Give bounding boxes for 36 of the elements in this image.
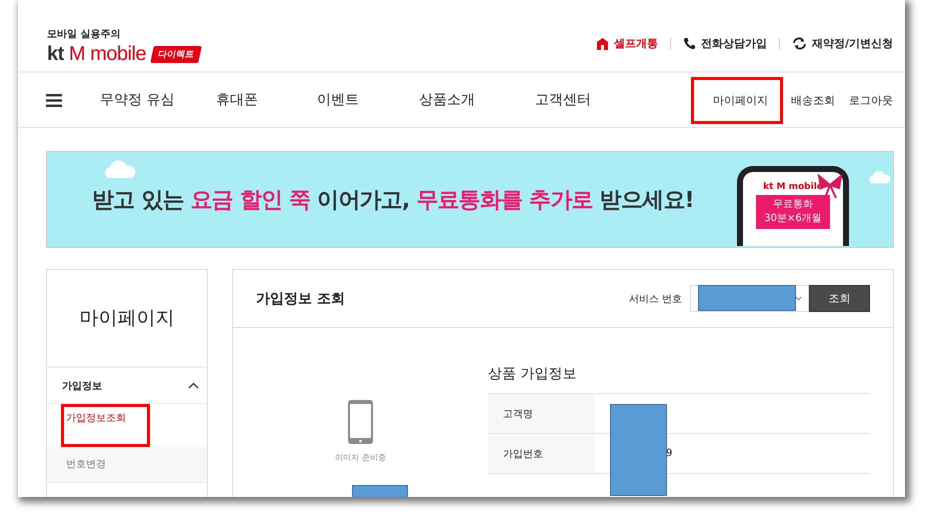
lookup-button[interactable]: 조회 (809, 285, 870, 312)
sidebar-title: 마이페이지 (47, 270, 207, 368)
nav-link[interactable]: 휴대폰 (216, 91, 317, 109)
nav-link[interactable]: 고객센터 (535, 91, 651, 109)
tagline: 모바일 실용주의 (47, 28, 122, 41)
sidebar-item[interactable]: 번호변경 (47, 447, 207, 483)
cloud-icon (867, 170, 891, 184)
refresh-icon (792, 37, 807, 50)
table-header-cell: 가입번호 (488, 434, 595, 473)
phone-icon (348, 400, 373, 444)
logo-badge: 다이렉트 (150, 46, 202, 62)
table-header-cell: 고객명 (488, 394, 595, 433)
page-title: 가입정보 조회 (256, 290, 345, 308)
caret-icon (795, 296, 802, 301)
nav-link[interactable]: 로그아웃 (849, 92, 893, 108)
nav-link[interactable]: 무약정 유심 (100, 91, 216, 109)
store-icon (596, 37, 609, 50)
service-number-select[interactable] (690, 285, 809, 312)
table-cell: 9 (666, 448, 672, 459)
nav-link[interactable]: 마이페이지 (691, 76, 783, 124)
image-caption: 이미지 준비중 (335, 452, 386, 463)
sidebar-group[interactable]: 가입정보 (47, 368, 207, 404)
nav-link[interactable]: 상품소개 (419, 91, 535, 109)
logo[interactable]: kt M mobile (47, 43, 146, 65)
sidebar-item[interactable]: 가입정보조회 (61, 404, 150, 447)
top-link[interactable]: 재약정/기변신청 (792, 36, 893, 51)
cloud-icon (102, 160, 136, 178)
field-label: 서비스 번호 (628, 292, 682, 306)
phone-icon (682, 37, 696, 50)
nav-link[interactable]: 이벤트 (317, 91, 419, 109)
top-link[interactable]: 셀프개통 (596, 36, 658, 51)
top-link[interactable]: 전화상담가입 (682, 36, 767, 51)
banner-headline: 받고 있는 요금 할인 쭉 이어가고, 무료통화를 추가로 받으세요! (92, 186, 694, 214)
nav-link[interactable]: 배송조회 (791, 92, 835, 108)
menu-icon[interactable] (46, 94, 62, 106)
section-title: 상품 가입정보 (488, 365, 578, 383)
